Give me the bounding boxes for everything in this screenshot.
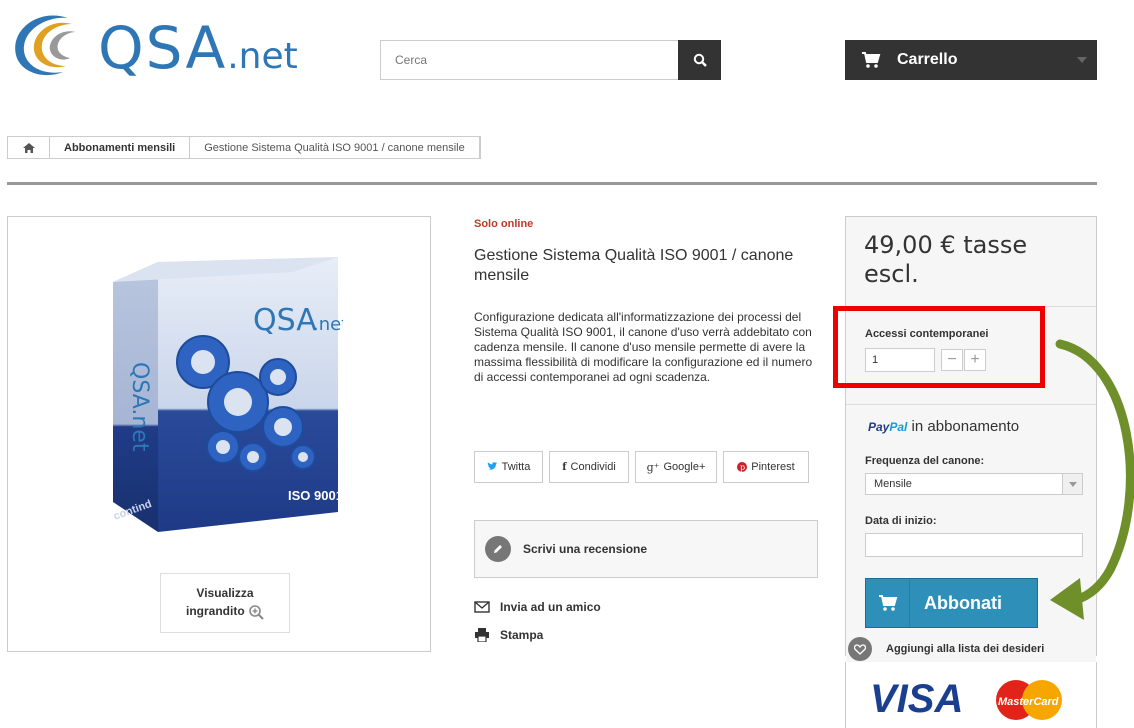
pinterest-share-button[interactable]: p Pinterest <box>723 451 809 483</box>
svg-text:MasterCard: MasterCard <box>998 696 1059 708</box>
logo-wordmark: QSA.net <box>98 14 298 82</box>
search-input[interactable] <box>395 41 665 79</box>
product-box-image: QSA .net QSA.net ISO 9001 contind <box>112 257 343 532</box>
cart-icon <box>862 52 881 68</box>
twitter-share-button[interactable]: Twitta <box>474 451 543 483</box>
print-link[interactable]: Stampa <box>474 628 543 642</box>
svg-text:VISA: VISA <box>870 677 963 721</box>
twitter-label: Twitta <box>501 461 531 473</box>
facebook-share-button[interactable]: f Condividi <box>549 451 629 483</box>
subscribe-label: Abbonati <box>924 592 1002 613</box>
svg-text:p: p <box>740 463 745 472</box>
highlight-frame <box>833 306 1045 388</box>
google-plus-share-button[interactable]: g⁺ Google+ <box>635 451 717 483</box>
social-share-bar: Twitta f Condividi g⁺ Google+ p Pinteres… <box>474 451 809 483</box>
cart-icon <box>866 579 910 627</box>
pinterest-label: Pinterest <box>751 461 795 473</box>
cart-label: Carrello <box>897 51 958 68</box>
payment-cards: VISA MasterCard <box>845 662 1097 728</box>
annotation-arrow <box>1050 339 1134 620</box>
envelope-icon <box>474 601 490 613</box>
svg-text:QSA.net: QSA.net <box>127 362 152 452</box>
online-only-badge: Solo online <box>474 218 534 230</box>
google-plus-icon: g⁺ <box>646 460 660 474</box>
facebook-icon: f <box>562 461 567 473</box>
breadcrumb-item-current: Gestione Sistema Qualità ISO 9001 / cano… <box>190 137 480 158</box>
search-icon <box>693 53 707 67</box>
product-title: Gestione Sistema Qualità ISO 9001 / cano… <box>474 247 794 284</box>
product-image-frame[interactable]: QSA .net QSA.net ISO 9001 contind Visual… <box>7 216 431 652</box>
svg-text:.net: .net <box>313 314 343 335</box>
subscribe-button[interactable]: Abbonati <box>865 578 1038 628</box>
heart-icon <box>848 637 872 661</box>
zoom-label-2: ingrandito <box>161 602 289 620</box>
facebook-label: Condividi <box>570 461 616 473</box>
breadcrumb-item-category[interactable]: Abbonamenti mensili <box>50 137 191 158</box>
google-plus-label: Google+ <box>663 461 706 473</box>
zoom-in-icon <box>249 605 264 620</box>
svg-text:QSA: QSA <box>253 303 317 338</box>
wishlist-label: Aggiungi alla lista dei desideri <box>886 643 1045 655</box>
write-review-label: Scrivi una recensione <box>523 542 648 556</box>
send-to-friend-label: Invia ad un amico <box>500 600 601 614</box>
frequency-label: Frequenza del canone: <box>865 455 985 467</box>
site-logo[interactable]: QSA.net <box>8 10 348 82</box>
paypal-text: in abbonamento <box>911 418 1020 435</box>
frequency-value: Mensile <box>874 478 912 490</box>
paypal-logo: PayPal <box>868 420 908 434</box>
send-to-friend-link[interactable]: Invia ad un amico <box>474 600 601 614</box>
start-date-label: Data di inizio: <box>865 515 937 527</box>
paypal-subscription: PayPal in abbonamento <box>868 418 1019 435</box>
zoom-label: Visualizza <box>196 586 254 600</box>
header-divider <box>7 182 1097 185</box>
logo-swirl-icon <box>15 15 76 76</box>
svg-text:ISO 9001: ISO 9001 <box>288 488 343 503</box>
search-button[interactable] <box>678 40 721 80</box>
product-price: 49,00 € tasse escl. <box>864 231 1028 288</box>
product-description: Configurazione dedicata all'informatizza… <box>474 310 813 384</box>
print-label: Stampa <box>500 628 544 642</box>
visa-mastercard-logo: VISA MasterCard <box>870 677 1062 721</box>
twitter-icon <box>487 462 498 470</box>
breadcrumb-home[interactable] <box>8 137 50 158</box>
cart-button[interactable]: Carrello <box>845 40 1097 80</box>
breadcrumb: Abbonamenti mensili Gestione Sistema Qua… <box>7 136 481 159</box>
printer-icon <box>475 628 489 642</box>
write-review-button[interactable]: Scrivi una recensione <box>474 520 818 578</box>
add-to-wishlist-button[interactable]: Aggiungi alla lista dei desideri <box>846 636 1096 662</box>
chevron-down-icon <box>1077 57 1087 63</box>
home-icon <box>22 142 35 153</box>
search-field[interactable] <box>380 40 680 80</box>
zoom-button[interactable]: Visualizza ingrandito <box>160 573 290 633</box>
pinterest-icon: p <box>737 462 748 472</box>
pencil-icon <box>485 536 511 562</box>
